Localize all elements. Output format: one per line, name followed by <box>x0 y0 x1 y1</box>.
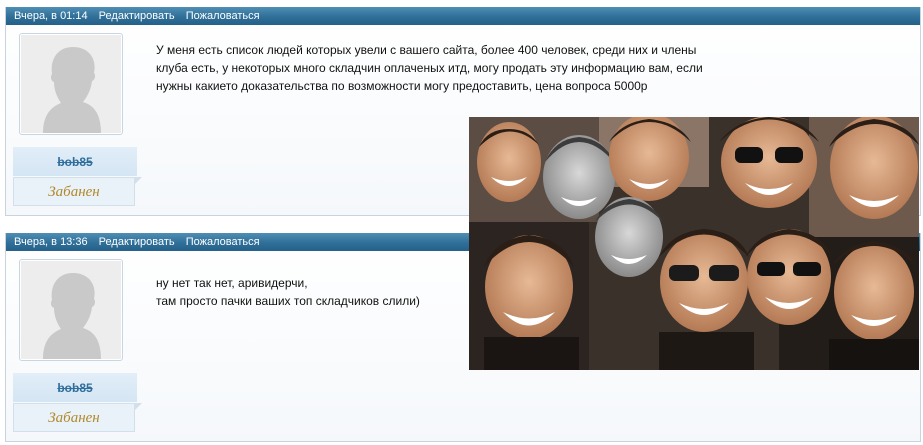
report-link[interactable]: Пожаловаться <box>186 236 260 248</box>
post-message: У меня есть список людей которых увели с… <box>156 41 726 95</box>
status-badge: Забанен <box>13 403 142 432</box>
post-date: Вчера, в 01:14 <box>14 10 88 22</box>
message-line: ну нет так нет, аривидерчи, <box>156 276 308 290</box>
report-link[interactable]: Пожаловаться <box>186 10 260 22</box>
username-bar: bob85 <box>13 147 137 176</box>
avatar[interactable] <box>19 259 123 361</box>
edit-link[interactable]: Редактировать <box>99 10 175 22</box>
username[interactable]: bob85 <box>57 155 92 169</box>
collage-image <box>469 117 919 370</box>
message-line: там просто пачки ваших топ складчиков сл… <box>156 294 420 308</box>
default-avatar-icon <box>43 47 101 133</box>
username[interactable]: bob85 <box>57 381 92 395</box>
edit-link[interactable]: Редактировать <box>99 236 175 248</box>
post-message: ну нет так нет, аривидерчи, там просто п… <box>156 274 456 310</box>
default-avatar-icon <box>43 273 101 359</box>
post-header: Вчера, в 01:14 Редактировать Пожаловатьс… <box>6 7 920 25</box>
post-date: Вчера, в 13:36 <box>14 236 88 248</box>
photo-collage-icon <box>469 117 919 370</box>
status-badge: Забанен <box>13 177 142 206</box>
message-line: У меня есть список людей которых увели с… <box>156 43 703 93</box>
user-status: Забанен <box>48 410 100 426</box>
avatar[interactable] <box>19 33 123 135</box>
username-bar: bob85 <box>13 373 137 402</box>
face <box>477 122 541 202</box>
user-status: Забанен <box>48 184 100 200</box>
